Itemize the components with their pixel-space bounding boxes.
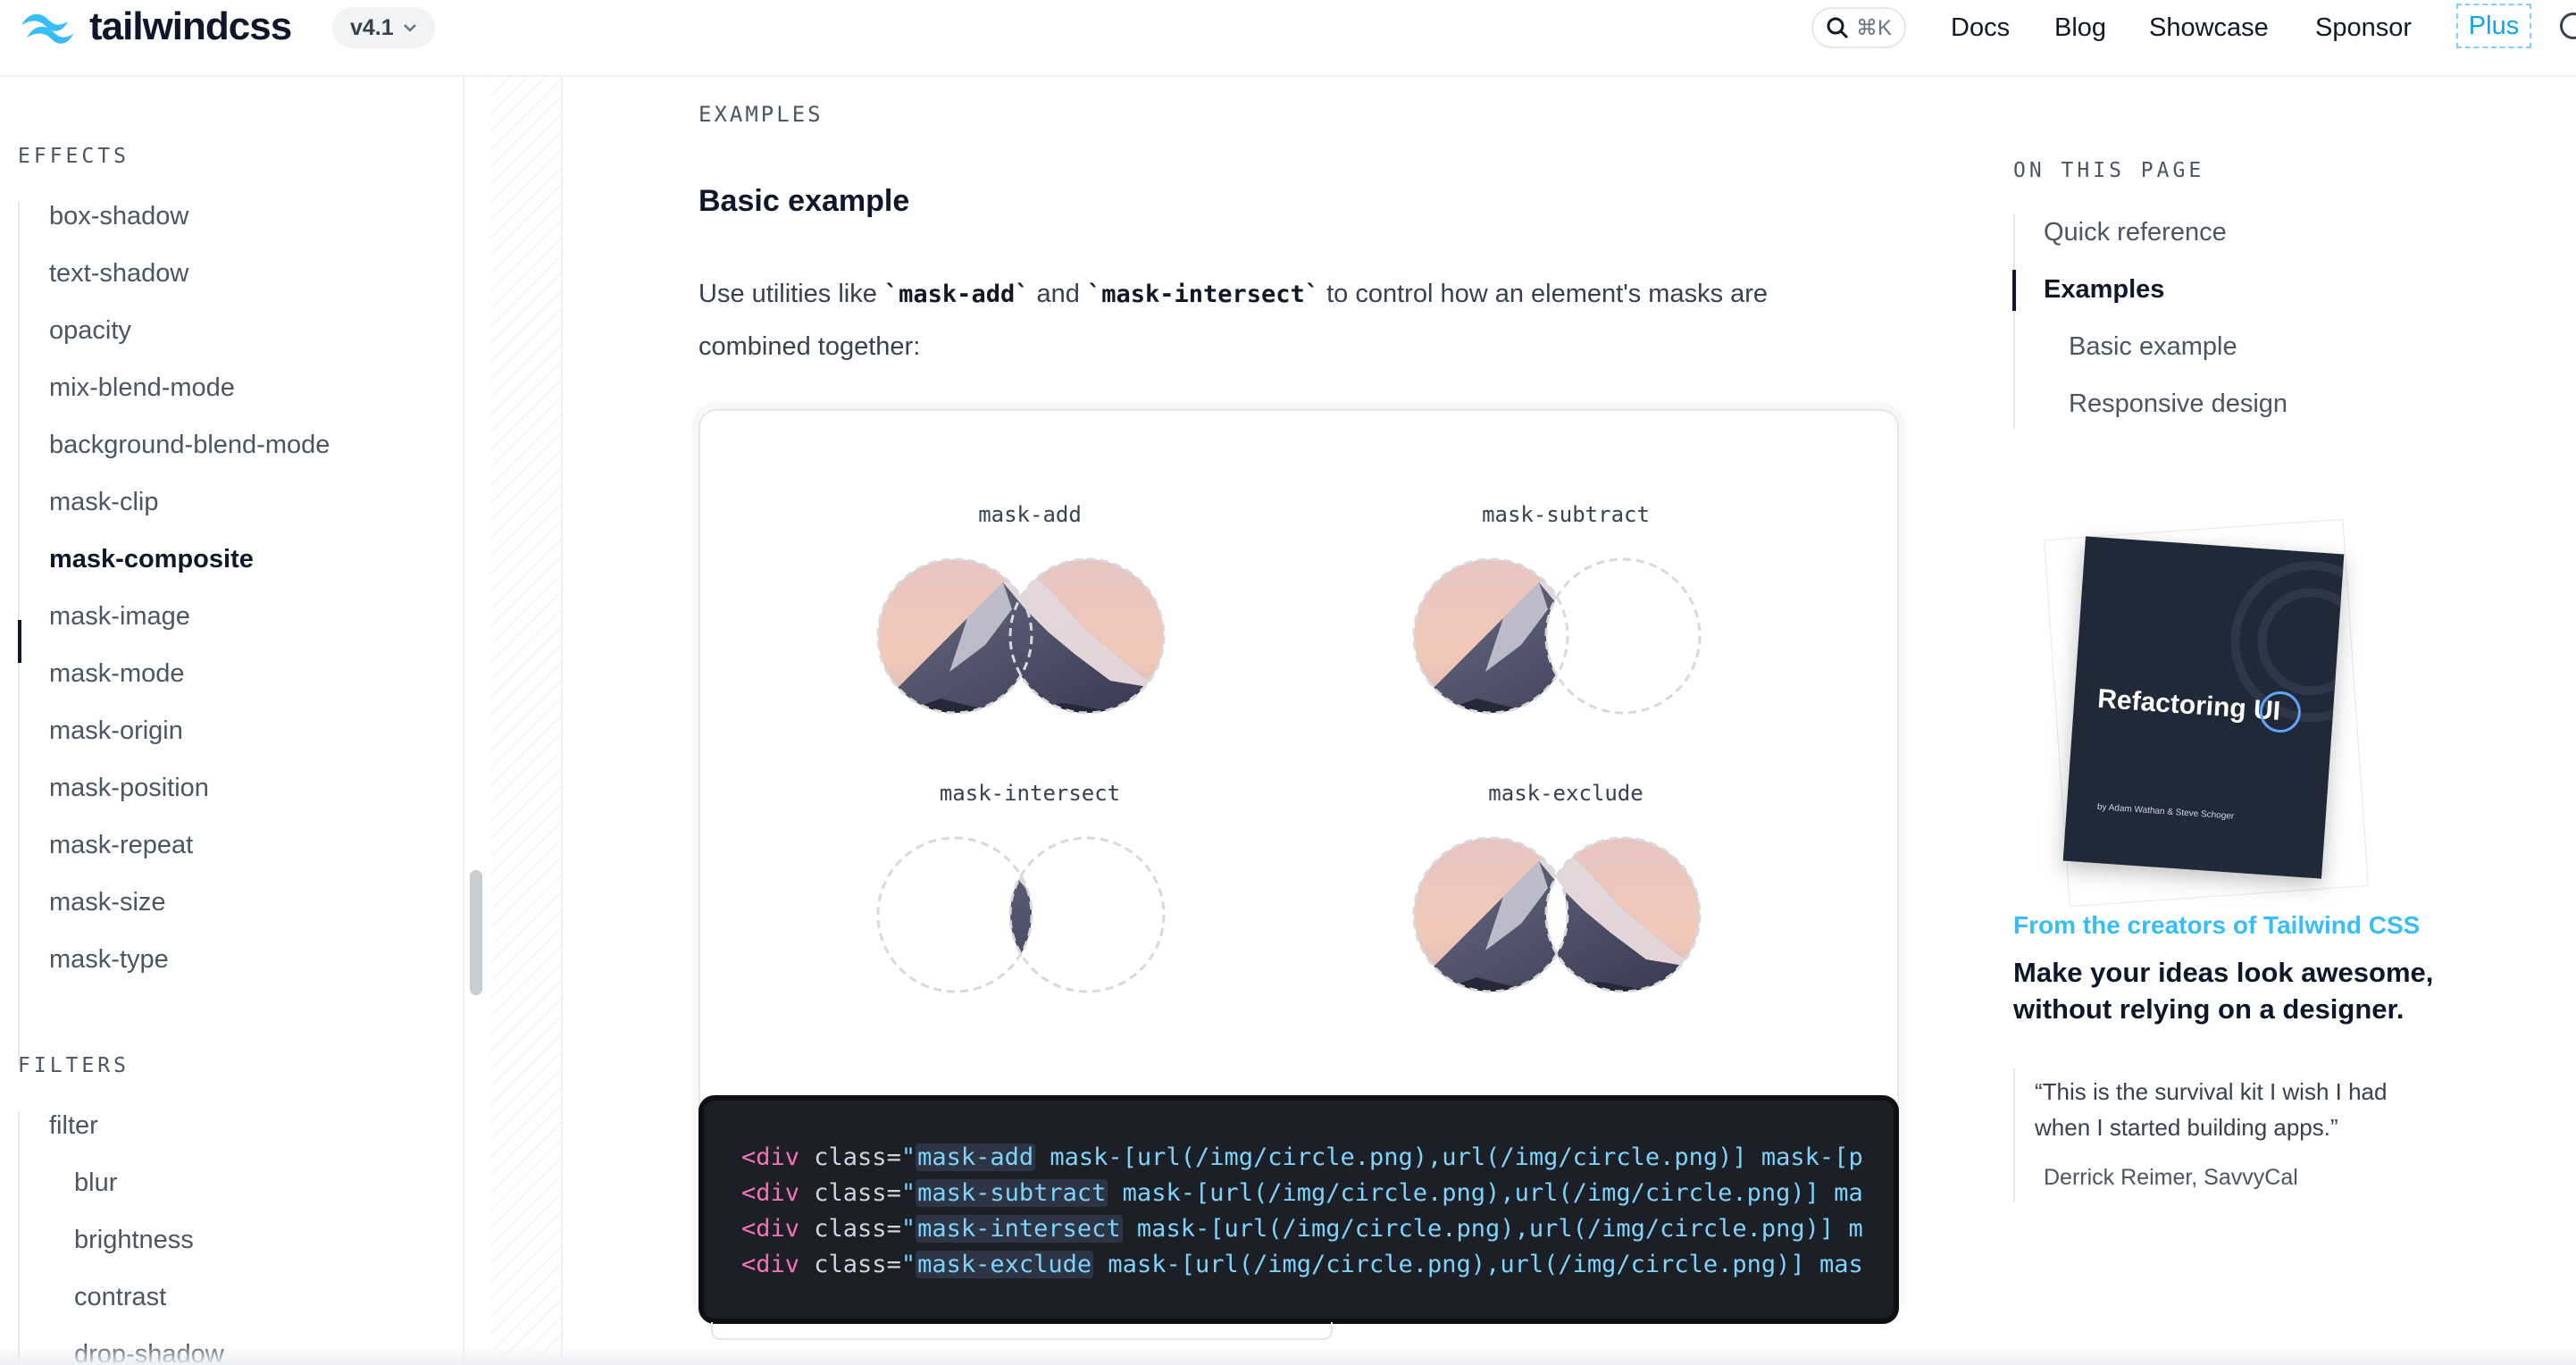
code-mask-intersect: `mask-intersect` <box>1086 281 1320 308</box>
book-title-main: Refactoring <box>2096 683 2247 724</box>
code-highlight-class: mask-add <box>916 1143 1036 1171</box>
sidebar-item-mask-origin[interactable]: mask-origin <box>49 716 183 746</box>
refactoring-ui-book-cover[interactable]: Refactoring UI by Adam Wathan & Steve Sc… <box>2062 536 2345 879</box>
nav-showcase[interactable]: Showcase <box>2149 5 2269 50</box>
sidebar-item-mask-size[interactable]: mask-size <box>49 888 166 917</box>
code-highlight-class: mask-subtract <box>916 1179 1108 1207</box>
brand-name: tailwindcss <box>89 4 292 48</box>
code-rest: mask-[url(/img/circle.png),url(/img/circ… <box>1122 1215 1863 1243</box>
search-shortcut: ⌘K <box>1855 15 1892 40</box>
sidebar-item-mask-composite[interactable]: mask-composite <box>49 545 254 574</box>
code-line-4: <div class="mask-exclude mask-[url(/img/… <box>741 1251 1863 1278</box>
code-quote: " <box>900 1179 916 1207</box>
sidebar-item-mask-type[interactable]: mask-type <box>49 945 169 975</box>
nav-docs[interactable]: Docs <box>1951 5 2010 50</box>
code-rest: mask-[url(/img/circle.png),url(/img/circ… <box>1108 1179 1863 1207</box>
theme-toggle-icon[interactable] <box>2560 13 2576 39</box>
tailwind-logo[interactable]: tailwindcss <box>18 4 292 48</box>
sidebar-item-mask-position[interactable]: mask-position <box>49 774 209 803</box>
mask-subtract-demo-image <box>1405 547 1727 743</box>
mask-exclude-demo-image <box>1405 825 1727 1022</box>
code-tag: <div <box>741 1179 800 1207</box>
sidebar: EFFECTS box-shadow text-shadow opacity m… <box>0 77 464 1365</box>
toc-item-basic-example[interactable]: Basic example <box>2069 332 2237 362</box>
code-highlight-class: mask-intersect <box>916 1215 1123 1243</box>
promo-quote: “This is the survival kit I wish I had w… <box>2035 1078 2388 1141</box>
nav-plus[interactable]: Plus <box>2456 4 2531 48</box>
sidebar-item-mask-mode[interactable]: mask-mode <box>49 659 185 689</box>
sidebar-item-mask-repeat[interactable]: mask-repeat <box>49 831 193 860</box>
code-attr: class= <box>799 1143 901 1171</box>
sidebar-group-filters: filter blur brightness contrast drop-sha… <box>18 1111 438 1365</box>
toc-title: ON THIS PAGE <box>2013 159 2205 182</box>
top-header: tailwindcss v4.1 ⌘K Docs Blog Showcase S… <box>0 0 2576 77</box>
sidebar-item-text-shadow[interactable]: text-shadow <box>49 259 188 289</box>
search-button[interactable]: ⌘K <box>1811 7 1906 48</box>
code-line-3: <div class="mask-intersect mask-[url(/im… <box>741 1215 1863 1243</box>
toc-item-quick-reference[interactable]: Quick reference <box>2044 218 2227 247</box>
code-attr: class= <box>799 1251 901 1278</box>
mask-intersect-demo-image <box>876 836 1166 993</box>
toc-item-examples[interactable]: Examples <box>2044 275 2164 305</box>
code-attr: class= <box>799 1179 901 1207</box>
code-tag: <div <box>741 1143 800 1171</box>
code-block-scrollbar-track[interactable] <box>711 1322 1333 1340</box>
sidebar-item-box-shadow[interactable]: box-shadow <box>49 202 188 231</box>
toc-item-responsive-design[interactable]: Responsive design <box>2069 389 2287 419</box>
book-authors: by Adam Wathan & Steve Schoger <box>2096 801 2235 822</box>
sidebar-item-brightness[interactable]: brightness <box>74 1226 194 1255</box>
tailwind-wave-icon <box>21 13 73 44</box>
code-rest: mask-[url(/img/circle.png),url(/img/circ… <box>1035 1143 1863 1171</box>
version-selector[interactable]: v4.1 <box>332 7 435 48</box>
code-quote: " <box>900 1143 916 1171</box>
sidebar-group-effects: box-shadow text-shadow opacity mix-blend… <box>18 202 438 1065</box>
nav-blog[interactable]: Blog <box>2054 5 2106 50</box>
code-quote: " <box>900 1251 916 1278</box>
sidebar-section-effects: EFFECTS <box>18 145 130 168</box>
code-quote: " <box>900 1215 916 1243</box>
code-line-1: <div class="mask-add mask-[url(/img/circ… <box>741 1143 1863 1171</box>
sidebar-item-contrast[interactable]: contrast <box>74 1283 166 1312</box>
sidebar-item-mix-blend-mode[interactable]: mix-blend-mode <box>49 373 235 403</box>
version-label: v4.1 <box>350 14 394 40</box>
para-text-2: and <box>1029 280 1087 308</box>
sidebar-item-opacity[interactable]: opacity <box>49 316 131 346</box>
code-example-block[interactable]: <div class="mask-add mask-[url(/img/circ… <box>698 1095 1899 1324</box>
demo-label-mask-exclude: mask-exclude <box>1488 781 1643 806</box>
sidebar-section-filters: FILTERS <box>18 1054 130 1077</box>
code-line-2: <div class="mask-subtract mask-[url(/img… <box>741 1179 1863 1207</box>
sidebar-item-background-blend-mode[interactable]: background-blend-mode <box>49 431 330 460</box>
code-mask-add: `mask-add` <box>883 281 1030 308</box>
para-text-1: Use utilities like <box>698 280 884 308</box>
code-rest: mask-[url(/img/circle.png),url(/img/circ… <box>1093 1251 1863 1278</box>
mask-add-demo-image <box>876 557 1166 715</box>
sidebar-item-mask-image[interactable]: mask-image <box>49 602 190 632</box>
code-highlight-class: mask-exclude <box>916 1251 1094 1278</box>
promo-eyebrow[interactable]: From the creators of Tailwind CSS <box>2013 911 2420 940</box>
code-tag: <div <box>741 1251 800 1278</box>
promo-title[interactable]: Make your ideas look awesome, without re… <box>2013 954 2513 1027</box>
demo-label-mask-intersect: mask-intersect <box>939 781 1121 806</box>
sidebar-scrollbar[interactable] <box>470 870 482 995</box>
quote-rule <box>2013 1068 2015 1202</box>
bottom-fade <box>0 1345 2576 1365</box>
code-attr: class= <box>799 1215 901 1243</box>
nav-sponsor[interactable]: Sponsor <box>2315 5 2412 50</box>
section-heading: Basic example <box>698 184 910 218</box>
sidebar-active-indicator <box>18 620 21 663</box>
chevron-down-icon <box>403 24 416 32</box>
section-eyebrow: EXAMPLES <box>698 102 824 127</box>
decorative-hatch-gutter <box>491 77 563 1365</box>
demo-label-mask-subtract: mask-subtract <box>1482 502 1650 527</box>
sidebar-item-filter[interactable]: filter <box>49 1111 98 1141</box>
sidebar-item-mask-clip[interactable]: mask-clip <box>49 488 158 517</box>
demo-label-mask-add: mask-add <box>978 502 1082 527</box>
sidebar-item-blur[interactable]: blur <box>74 1168 117 1198</box>
promo-quote-author: Derrick Reimer, SavvyCal <box>2044 1165 2298 1190</box>
toc-rail <box>2013 214 2015 429</box>
code-tag: <div <box>741 1215 800 1243</box>
search-icon <box>1827 17 1849 39</box>
toc-active-indicator <box>2012 270 2016 311</box>
intro-paragraph: Use utilities like `mask-add` and `mask-… <box>698 268 1860 373</box>
